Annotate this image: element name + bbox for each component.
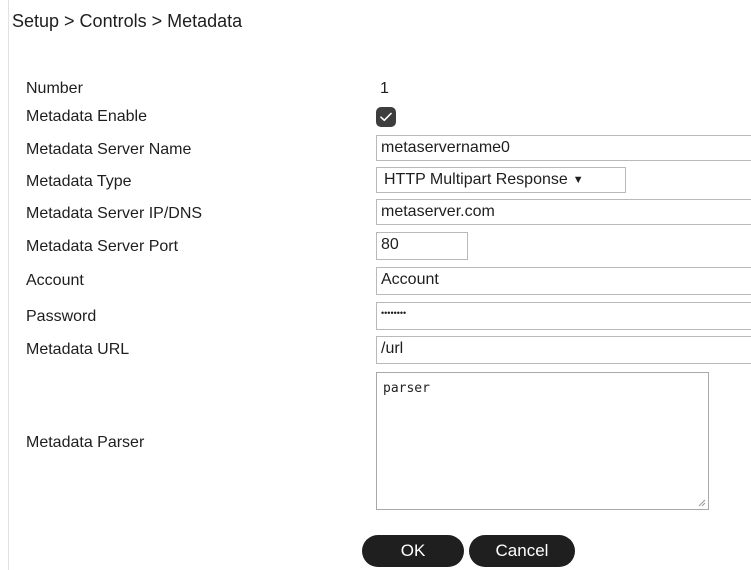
metadata-type-select[interactable]: HTTP Multipart Response ▼ [376,167,626,193]
left-divider [8,0,9,570]
account-label: Account [26,272,84,289]
metadata-server-port-label: Metadata Server Port [26,238,179,255]
metadata-url-input[interactable]: /url [376,336,751,364]
password-label: Password [26,308,97,325]
metadata-url-label: Metadata URL [26,341,130,358]
metadata-type-selected: HTTP Multipart Response [384,171,568,188]
account-input[interactable]: Account [376,267,751,295]
number-label: Number [26,80,83,97]
breadcrumb: Setup > Controls > Metadata [12,11,243,31]
metadata-parser-value: parser [383,381,430,396]
metadata-server-name-label: Metadata Server Name [26,141,192,158]
ok-button[interactable]: OK [362,535,464,567]
check-icon [380,112,392,122]
cancel-button[interactable]: Cancel [469,535,575,567]
caret-down-icon: ▼ [572,174,584,186]
resize-grip-icon[interactable] [698,499,706,507]
number-value: 1 [380,80,389,97]
metadata-enable-checkbox[interactable] [376,107,396,127]
metadata-parser-label: Metadata Parser [26,434,145,451]
metadata-parser-textarea[interactable]: parser [376,372,709,510]
metadata-server-ip-input[interactable]: metaserver.com [376,199,751,225]
password-input[interactable]: •••••••• [376,302,751,330]
metadata-server-ip-label: Metadata Server IP/DNS [26,205,203,222]
metadata-type-label: Metadata Type [26,173,132,190]
metadata-enable-label: Metadata Enable [26,108,147,125]
password-masked-value: •••••••• [381,308,407,318]
metadata-server-port-input[interactable]: 80 [376,232,468,260]
metadata-server-name-input[interactable]: metaservername0 [376,135,751,161]
